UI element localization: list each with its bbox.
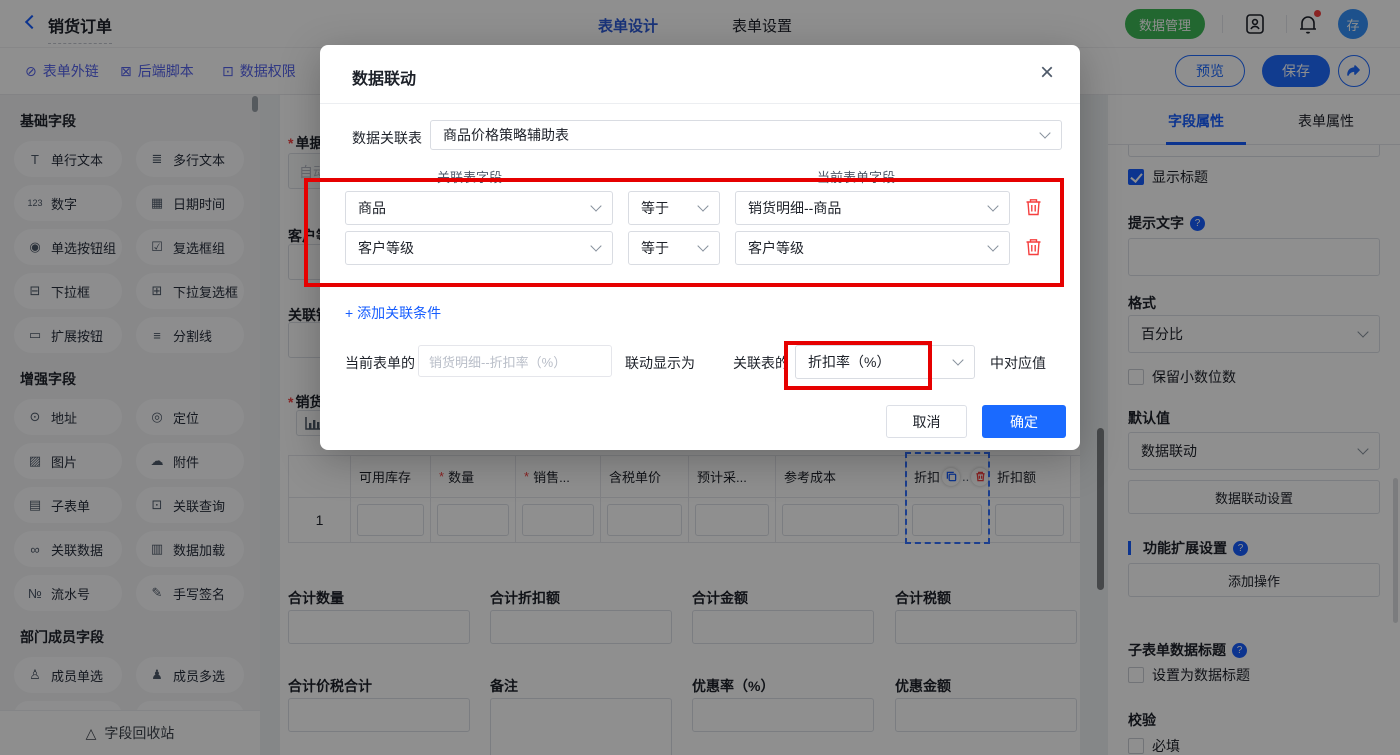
relation-table-label: 数据关联表 [352,130,422,146]
app-root: { "colors": { "accent_blue": "#165dff", … [0,0,1400,755]
condition-operator-select[interactable]: 等于 [628,231,720,265]
column-header-related: 关联表字段 [437,170,503,185]
condition-left-select[interactable]: 商品 [345,191,613,225]
column-header-current: 当前表单字段 [817,170,896,185]
condition-right-select[interactable]: 销货明细--商品 [735,191,1010,225]
condition-right-select[interactable]: 客户等级 [735,231,1010,265]
divider [320,103,1080,104]
modal-title: 数据联动 [352,71,417,88]
suffix-label: 中对应值 [990,355,1046,371]
current-form-label: 当前表单的 [345,355,415,371]
close-icon[interactable]: × [1040,59,1054,87]
confirm-button[interactable]: 确定 [982,405,1066,438]
related-field-select[interactable]: 折扣率（%） [795,345,975,379]
current-field-input-disabled: 销货明细--折扣率（%） [418,345,612,377]
display-as-label: 联动显示为 [625,355,695,371]
data-linkage-modal: 数据联动 × 数据关联表 商品价格策略辅助表 关联表字段 当前表单字段 商品 等… [320,45,1080,450]
add-condition-link[interactable]: + 添加关联条件 [345,303,441,323]
condition-left-select[interactable]: 客户等级 [345,231,613,265]
cancel-button[interactable]: 取消 [886,405,967,438]
delete-condition-icon[interactable] [1025,198,1043,218]
condition-operator-select[interactable]: 等于 [628,191,720,225]
delete-condition-icon[interactable] [1025,238,1043,258]
related-table-label: 关联表的 [733,355,789,371]
relation-table-select[interactable]: 商品价格策略辅助表 [430,120,1062,150]
